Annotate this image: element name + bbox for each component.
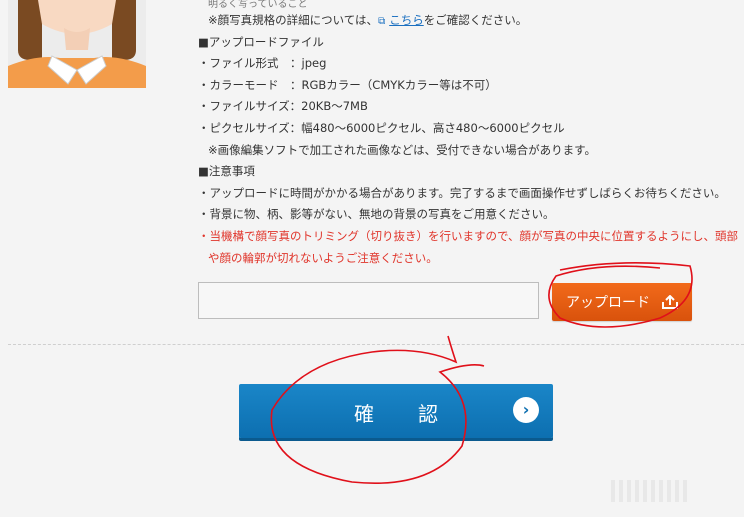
- confirm-button[interactable]: 確 認 ›: [239, 384, 553, 438]
- partial-line: 明るく写っていること: [208, 0, 308, 10]
- spec-note-text: ※顔写真規格の詳細については、: [208, 13, 379, 27]
- face-photo-sample: [8, 0, 146, 88]
- trim-note-2: や顔の輪郭が切れないようご注意ください。: [198, 248, 744, 270]
- edited-note-text: ※画像編集ソフトで加工された画像などは、受付できない場合があります。: [208, 142, 596, 157]
- file-size-text: ・ファイルサイズ：20KB〜7MB: [198, 99, 368, 114]
- upload-icon: [662, 295, 678, 309]
- background-note-text: ・背景に物、柄、影等がない、無地の背景の写真をご用意ください。: [198, 207, 555, 222]
- chevron-right-circle-icon: ›: [513, 397, 539, 423]
- color-mode-text: ・カラーモード ：RGBカラー（CMYKカラー等は不可）: [198, 77, 497, 92]
- color-mode: ・カラーモード ：RGBカラー（CMYKカラー等は不可）: [198, 75, 744, 97]
- notes-heading-text: ■注意事項: [198, 164, 255, 179]
- upload-button-label: アップロード: [566, 295, 650, 311]
- upload-file-heading: ■アップロードファイル: [198, 32, 744, 54]
- instructions: 明るく写っていること ※顔写真規格の詳細については、⧉ こちらをご確認ください。 ■…: [198, 0, 744, 269]
- external-link-icon: ⧉: [378, 16, 386, 27]
- avatar-illustration: [8, 0, 146, 88]
- file-size: ・ファイルサイズ：20KB〜7MB: [198, 96, 744, 118]
- trim-note-1-text: ・当機構で顔写真のトリミング（切り抜き）を行いますので、顔が写真の中央に位置する…: [198, 228, 739, 243]
- upload-button[interactable]: アップロード: [552, 283, 692, 321]
- upload-file-heading-text: ■アップロードファイル: [198, 34, 324, 49]
- background-note: ・背景に物、柄、影等がない、無地の背景の写真をご用意ください。: [198, 204, 744, 226]
- upload-time-note-text: ・アップロードに時間がかかる場合があります。完了するまで画面操作せずしばらくお待…: [198, 185, 726, 200]
- faint-artifact: [611, 480, 691, 502]
- file-format: ・ファイル形式 ：jpeg: [198, 53, 744, 75]
- trim-note-1: ・当機構で顔写真のトリミング（切り抜き）を行いますので、顔が写真の中央に位置する…: [198, 226, 744, 248]
- trim-note-2-text: や顔の輪郭が切れないようご注意ください。: [208, 250, 438, 265]
- file-path-field[interactable]: [198, 282, 539, 319]
- confirm-button-label: 確 認: [354, 402, 450, 426]
- pixel-size: ・ピクセルサイズ：幅480〜6000ピクセル、高さ480〜6000ピクセル: [198, 118, 744, 140]
- pixel-size-text: ・ピクセルサイズ：幅480〜6000ピクセル、高さ480〜6000ピクセル: [198, 120, 565, 135]
- section-divider: [8, 344, 744, 345]
- spec-note-after: をご確認ください。: [423, 13, 528, 27]
- upload-time-note: ・アップロードに時間がかかる場合があります。完了するまで画面操作せずしばらくお待…: [198, 183, 744, 205]
- file-format-text: ・ファイル形式 ：jpeg: [198, 56, 327, 71]
- spec-note: ※顔写真規格の詳細については、⧉ こちらをご確認ください。: [198, 10, 744, 32]
- notes-heading: ■注意事項: [198, 161, 744, 183]
- edited-note: ※画像編集ソフトで加工された画像などは、受付できない場合があります。: [198, 140, 744, 162]
- spec-details-link[interactable]: こちら: [389, 13, 424, 27]
